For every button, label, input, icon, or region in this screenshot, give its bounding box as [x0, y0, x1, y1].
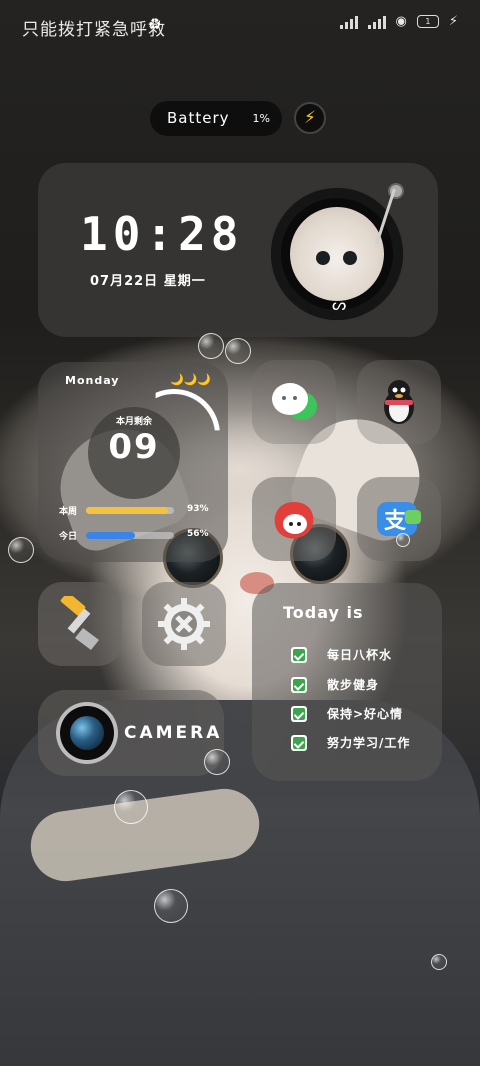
bubble	[198, 333, 224, 359]
signal-x-icon	[367, 15, 386, 29]
charging-icon: ⚡	[448, 14, 458, 29]
todo-item-text: 努力学习/工作	[327, 736, 411, 750]
day-progress-fill	[86, 532, 136, 539]
week-progress-fill	[86, 507, 168, 514]
charging-bolt-icon[interactable]: ⚡	[294, 102, 326, 134]
clock-time: 10:28	[80, 207, 244, 261]
checkbox-checked-icon[interactable]	[291, 676, 307, 693]
broom-icon	[60, 596, 99, 650]
todo-item-text: 每日八杯水	[327, 648, 393, 662]
music-logo-icon: ᔕ	[332, 295, 347, 314]
day-progress-label: 今日	[59, 532, 78, 542]
clock-date: 07月22日 星期一	[90, 274, 206, 289]
clock-music-widget[interactable]: 10:28 07月22日 星期一 ◎ ᔕ	[38, 163, 438, 337]
todo-item[interactable]: 散步健身	[291, 676, 379, 693]
svg-text:支: 支	[384, 509, 407, 534]
hotspot-icon: ◉	[395, 14, 407, 29]
battery-widget[interactable]: Battery 1%	[150, 101, 282, 136]
todo-item[interactable]: 每日八杯水	[291, 646, 392, 663]
app-settings[interactable]	[142, 582, 226, 666]
week-progress-label: 本周	[59, 507, 78, 517]
album-cover-cat	[290, 207, 384, 301]
week-progress-row: 本周 93%	[59, 504, 209, 517]
weibo-icon	[274, 502, 314, 539]
calendar-progress-widget[interactable]: Monday 🌙🌙🌙 本月剩余 09 本周 93% 今日 56%	[38, 362, 228, 562]
camera-widget[interactable]: CAMERA	[38, 690, 224, 776]
week-progress-value: 93%	[187, 504, 209, 514]
checkbox-checked-icon[interactable]	[291, 705, 307, 722]
bubble	[225, 338, 251, 364]
bubble	[204, 749, 230, 775]
battery-icon: 1	[416, 15, 439, 28]
carrier-status: 只能拨打紧急呼救	[22, 20, 166, 40]
checkbox-checked-icon[interactable]	[291, 646, 307, 663]
battery-label: Battery	[167, 109, 230, 127]
todo-item-text: 散步健身	[327, 678, 380, 692]
app-cleaner[interactable]	[38, 582, 122, 666]
camera-lens-icon	[60, 706, 114, 760]
day-progress-track	[86, 532, 174, 539]
camera-label: CAMERA	[124, 723, 223, 743]
battery-percent: 1%	[252, 112, 270, 125]
gear-icon	[158, 598, 210, 650]
month-remaining-value: 09	[108, 427, 160, 467]
week-progress-track	[86, 507, 174, 514]
bubble	[154, 889, 188, 923]
day-progress-row: 今日 56%	[59, 529, 209, 542]
todo-title: Today is	[283, 603, 364, 622]
bubble	[396, 533, 410, 547]
qq-penguin-icon	[384, 380, 414, 424]
wechat-icon	[272, 383, 317, 420]
cover-eye	[316, 251, 330, 265]
status-bar: 只能拨打紧急呼救 ♻ ◉ 1 ⚡	[0, 0, 480, 50]
bubble	[114, 790, 148, 824]
todo-widget[interactable]: Today is 每日八杯水 散步健身 保持>好心情 努力学习/工作	[252, 583, 442, 781]
recycle-icon: ♻	[148, 15, 162, 33]
month-remaining-label: 本月剩余	[115, 417, 152, 427]
cover-eye	[343, 251, 357, 265]
app-weibo[interactable]	[252, 477, 336, 561]
todo-item[interactable]: 努力学习/工作	[291, 734, 410, 751]
weekday-label: Monday	[65, 374, 120, 387]
app-qq[interactable]	[357, 360, 441, 444]
app-alipay[interactable]: 支	[357, 477, 441, 561]
todo-item-text: 保持>好心情	[327, 707, 404, 721]
signal-x-icon	[339, 15, 358, 29]
bubble	[431, 954, 447, 970]
bubble	[8, 537, 34, 563]
day-progress-value: 56%	[187, 529, 209, 539]
month-remaining-ring: 本月剩余 09	[88, 407, 180, 499]
app-wechat[interactable]	[252, 360, 336, 444]
checkbox-checked-icon[interactable]	[291, 734, 307, 751]
todo-item[interactable]: 保持>好心情	[291, 705, 403, 722]
moon-icons: 🌙🌙🌙	[170, 373, 212, 386]
